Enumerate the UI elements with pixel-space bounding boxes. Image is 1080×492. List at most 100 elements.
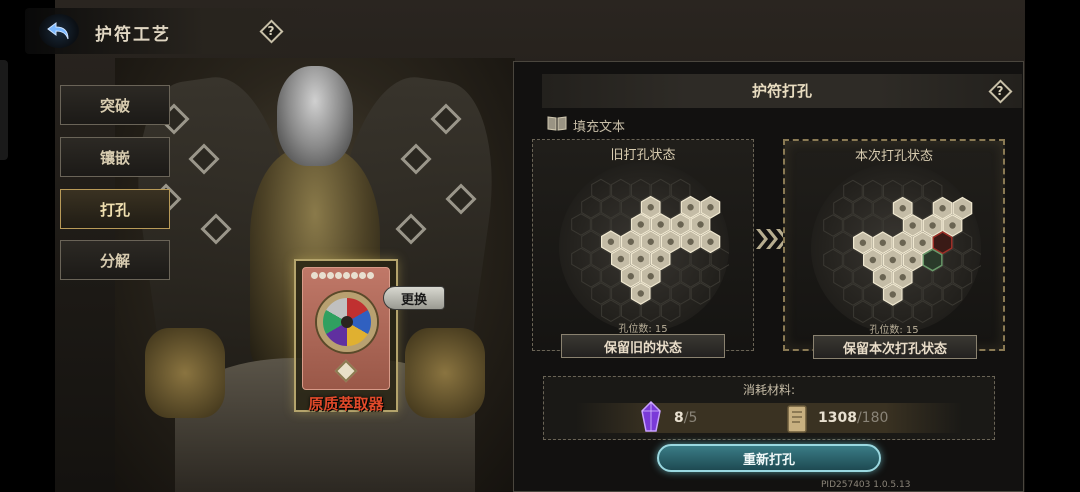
purple-crystal-icon: [641, 401, 661, 432]
hex-slot: [922, 283, 943, 306]
hex-hole: [889, 291, 896, 298]
character-mask: [277, 66, 353, 166]
hex-slot: [863, 283, 883, 306]
hex-slot: [611, 178, 631, 202]
hex-slot: [581, 264, 601, 288]
panel-title: 护符打孔: [751, 82, 812, 100]
hex-slot: [932, 265, 953, 289]
hex-slot: [700, 264, 721, 288]
hex-slot: [863, 179, 883, 203]
hex-slot: [621, 299, 641, 322]
old-slot-count: 孔位数: 15: [618, 324, 668, 335]
keep-old-state-button[interactable]: 保留旧的状态: [561, 334, 725, 358]
hex-hole: [899, 274, 906, 281]
tab-decompose[interactable]: 分解: [60, 240, 170, 280]
hex-slot: [640, 299, 661, 322]
hex-hole: [647, 273, 654, 280]
hex-hole: [949, 222, 956, 229]
hex-hole: [647, 238, 654, 245]
hex-hole: [637, 255, 644, 263]
hex-slot: [902, 283, 923, 306]
hex-hole: [667, 238, 674, 245]
hex-hole: [647, 204, 654, 211]
hex-slot: [863, 214, 883, 237]
amulet-card[interactable]: [294, 259, 398, 412]
hex-slot: [823, 248, 843, 272]
hex-slot: [873, 196, 893, 220]
hex-hole: [657, 221, 664, 228]
rehole-button[interactable]: 重新打孔: [657, 444, 881, 472]
hex-slot: [660, 195, 681, 219]
keep-new-state-button[interactable]: 保留本次打孔状态: [813, 335, 977, 359]
swap-button[interactable]: 更换: [383, 286, 445, 310]
hex-slot: [690, 247, 711, 271]
old-state-box: 旧打孔状态 孔位数: 15 保留旧的状态: [532, 139, 754, 358]
cost-materials: 消耗材料: 8/5 1308/180: [543, 376, 995, 440]
hex-slot: [571, 247, 591, 271]
hex-slot: [922, 248, 943, 272]
hex-slot: [912, 196, 933, 220]
hex-hole: [919, 239, 926, 246]
hex-slot: [843, 179, 863, 203]
hex-hole: [929, 222, 936, 229]
panel-help-icon[interactable]: ?: [987, 78, 1013, 104]
hex-slot: [670, 178, 691, 202]
left-hand: [145, 328, 225, 418]
panel-header: 护符打孔: [542, 74, 1022, 108]
hex-hole: [859, 239, 867, 246]
hex-hole: [677, 221, 684, 228]
fill-text: 填充文本: [573, 120, 626, 135]
hex-hole: [627, 273, 634, 280]
hex-slot: [843, 283, 863, 306]
hex-slot: [942, 248, 963, 272]
tab-inlay[interactable]: 镶嵌: [60, 137, 170, 177]
hex-slot: [942, 283, 963, 306]
hex-slot: [581, 230, 601, 254]
right-hand: [405, 328, 485, 418]
hex-hole: [657, 255, 664, 263]
hex-hole: [637, 221, 644, 228]
hex-slot: [591, 213, 611, 236]
hex-slot: [571, 213, 591, 236]
hex-slot: [883, 214, 903, 237]
hex-slot: [680, 264, 701, 288]
hex-hole: [879, 239, 886, 246]
hex-slot: [660, 264, 681, 288]
hex-slot: [962, 248, 981, 272]
old-hex-grid: [559, 162, 729, 332]
hex-slot: [883, 179, 903, 203]
cost-bar: [576, 403, 962, 433]
hex-slot: [833, 196, 853, 220]
old-state-title: 旧打孔状态: [610, 148, 676, 163]
hex-slot: [922, 179, 943, 203]
hex-hole: [687, 238, 694, 245]
hex-slot: [892, 300, 913, 323]
new-hex-grid: [811, 163, 981, 333]
hex-hole: [909, 256, 916, 264]
tab-breakthrough[interactable]: 突破: [60, 85, 170, 125]
hex-slot: [660, 299, 681, 322]
scroll-amount: 1308/180: [818, 410, 889, 426]
device-edge: [0, 60, 8, 160]
hex-slot: [952, 265, 973, 289]
hex-slot: [690, 282, 711, 305]
help-icon[interactable]: ?: [258, 18, 284, 44]
new-state-box: 本次打孔状态 孔位数: 15 保留本次打孔状态: [783, 139, 1005, 359]
hex-slot: [710, 247, 729, 271]
hex-slot: [912, 265, 933, 289]
hex-hole: [889, 256, 896, 264]
hex-hole: [899, 239, 906, 246]
hex-slot: [591, 247, 611, 271]
hex-slot: [873, 300, 893, 323]
hex-hole: [869, 256, 877, 264]
amulet-emblem-icon: [317, 292, 377, 352]
punch-panel: 护符打孔 ? 填充文本 旧打孔状态 孔位数: 15 保留旧的状态 本次打孔状态 …: [513, 61, 1024, 492]
amulet-name: 原质萃取器: [308, 395, 384, 413]
hex-slot: [853, 300, 873, 323]
hex-slot: [912, 300, 933, 323]
hex-hole: [687, 204, 694, 211]
tab-punch[interactable]: 打孔: [60, 189, 170, 229]
back-button[interactable]: [39, 14, 79, 48]
hex-slot: [833, 231, 853, 255]
hex-hole: [707, 238, 714, 245]
